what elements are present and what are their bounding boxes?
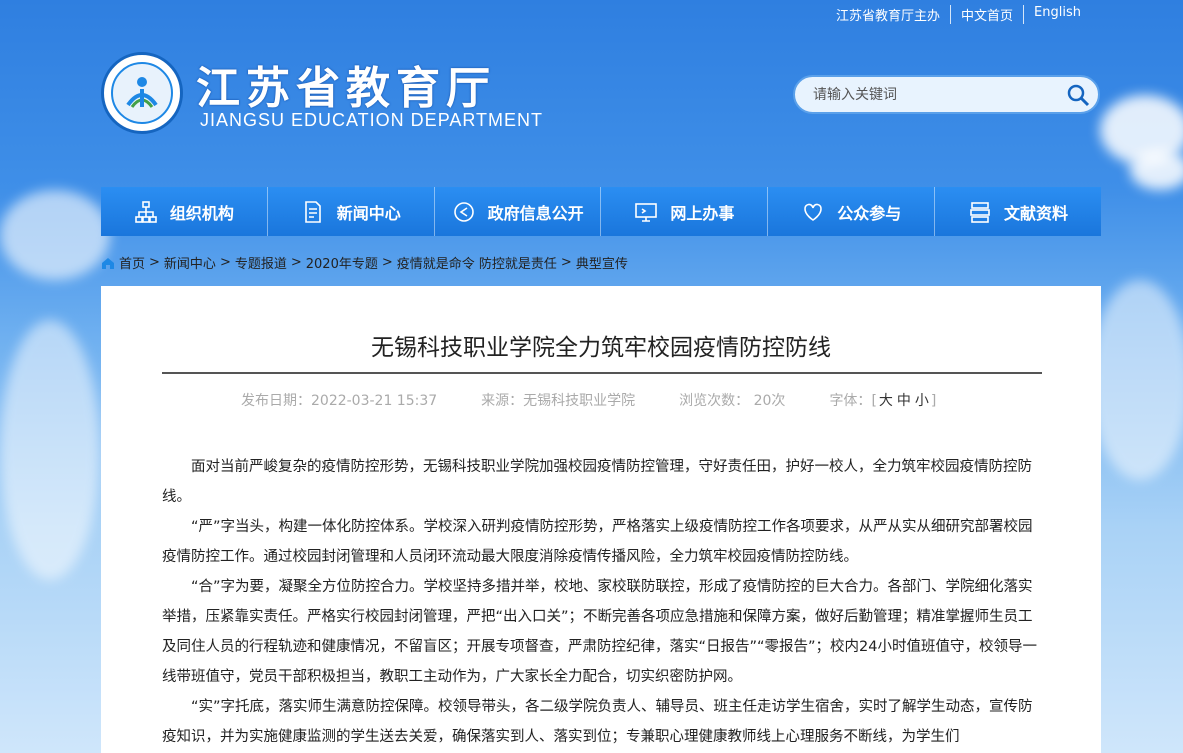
article-paragraph: “合”字为要，凝聚全方位防控合力。学校坚持多措并举，校地、家校联防联控，形成了疫… (162, 579, 1037, 685)
cloud-decoration (1130, 150, 1183, 190)
site-subtitle: JIANGSU EDUCATION DEPARTMENT (200, 110, 544, 130)
nav-label: 新闻中心 (336, 203, 401, 223)
breadcrumb: 首页 > 新闻中心 > 专题报道 > 2020年专题 > 疫情就是命令 防控就是责任 > … (101, 253, 628, 272)
top-links: 江苏省教育厅主办 中文首页 English (826, 5, 1091, 24)
main-nav: 组织机构 新闻中心 政府信息公开 网上办事 公众参与 文献资料 (101, 187, 1101, 236)
breadcrumb-epidemic-topic[interactable]: 疫情就是命令 防控就是责任 (397, 253, 557, 272)
article-paragraph: “严”字当头，构建一体化防控体系。学校深入研判疫情防控形势，严格落实上级疫情防控… (162, 519, 1033, 565)
breadcrumb-news[interactable]: 新闻中心 (164, 253, 216, 272)
article-paragraph: 面对当前严峻复杂的疫情防控形势，无锡科技职业学院加强校园疫情防控管理，守好责任田… (162, 459, 1032, 505)
search-box (793, 75, 1100, 114)
cloud-decoration (0, 190, 110, 280)
heart-icon (804, 203, 823, 221)
books-icon (970, 201, 990, 223)
home-icon (102, 257, 114, 269)
search-button[interactable] (1058, 77, 1098, 112)
title-divider (162, 372, 1042, 374)
article-paragraph: “实”字托底，落实师生满意防控保障。校领导带头，各二级学院负责人、辅导员、班主任… (162, 699, 1033, 745)
nav-label: 组织机构 (169, 203, 234, 223)
top-link-english[interactable]: English (1023, 5, 1091, 24)
top-link-chinese-home[interactable]: 中文首页 (950, 5, 1023, 24)
view-count: 浏览次数： 20次 (679, 393, 786, 409)
font-size-label: 字体： (829, 393, 872, 409)
logo-emblem-icon (111, 62, 173, 124)
breadcrumb-2020-topics[interactable]: 2020年专题 (306, 253, 378, 272)
site-title: 江苏省教育厅 (196, 63, 496, 114)
article-body: 面对当前严峻复杂的疫情防控形势，无锡科技职业学院加强校园疫情防控管理，守好责任田… (162, 452, 1042, 752)
top-link-host[interactable]: 江苏省教育厅主办 (826, 5, 950, 24)
nav-item-public-participation[interactable]: 公众参与 (768, 187, 936, 236)
nav-item-organization[interactable]: 组织机构 (101, 187, 268, 236)
cloud-decoration (1090, 280, 1183, 480)
nav-item-online-services[interactable]: 网上办事 (601, 187, 769, 236)
nav-item-gov-info[interactable]: 政府信息公开 (435, 187, 602, 236)
site-logo[interactable] (101, 52, 183, 134)
send-icon (453, 201, 474, 222)
breadcrumb-typical-publicity[interactable]: 典型宣传 (576, 253, 628, 272)
nav-label: 网上办事 (670, 203, 735, 223)
font-size-small[interactable]: 小 (913, 393, 931, 409)
font-size-medium[interactable]: 中 (895, 393, 913, 409)
org-chart-icon (135, 200, 157, 223)
nav-label: 政府信息公开 (487, 203, 584, 223)
nav-item-documents[interactable]: 文献资料 (935, 187, 1101, 236)
nav-label: 公众参与 (837, 203, 902, 223)
search-input[interactable] (795, 77, 1058, 112)
breadcrumb-home[interactable]: 首页 (119, 253, 145, 272)
article-source: 来源：无锡科技职业学院 (481, 393, 636, 409)
search-icon (1067, 84, 1090, 106)
article-title: 无锡科技职业学院全力筑牢校园疫情防控防线 (371, 335, 831, 361)
monitor-icon (635, 202, 658, 222)
publish-date: 发布日期：2022-03-21 15:37 (241, 393, 438, 409)
article-panel: 无锡科技职业学院全力筑牢校园疫情防控防线 发布日期：2022-03-21 15:… (101, 286, 1101, 753)
cloud-decoration (0, 320, 100, 580)
nav-label: 文献资料 (1004, 203, 1069, 223)
article-meta: 发布日期：2022-03-21 15:37 来源：无锡科技职业学院 浏览次数： … (241, 390, 936, 410)
font-size-control: 字体：[大中小] (829, 393, 937, 409)
nav-item-news[interactable]: 新闻中心 (268, 187, 435, 236)
font-size-large[interactable]: 大 (877, 393, 895, 409)
breadcrumb-special-reports[interactable]: 专题报道 (235, 253, 287, 272)
document-icon (304, 200, 321, 223)
